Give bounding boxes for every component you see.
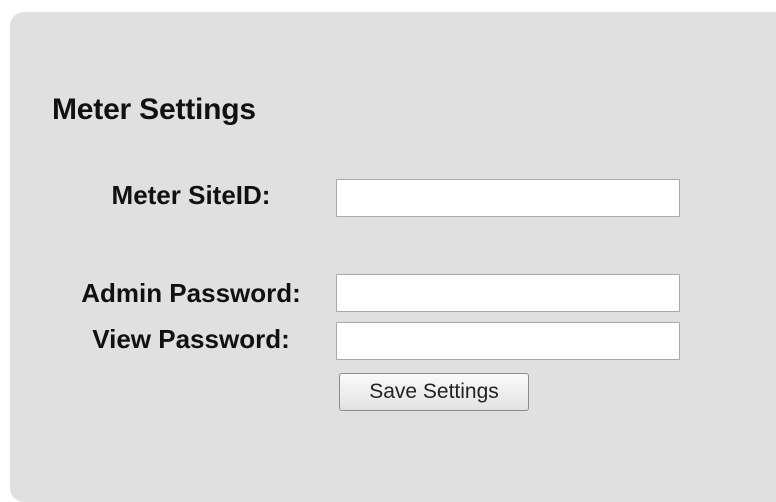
admin-password-label: Admin Password: [81,278,301,308]
site-id-input[interactable] [336,179,680,217]
site-id-label: Meter SiteID: [111,180,271,210]
settings-panel [10,12,776,502]
admin-password-input[interactable] [336,274,680,312]
view-password-input[interactable] [336,322,680,360]
page-title: Meter Settings [52,93,256,126]
save-settings-button[interactable]: Save Settings [339,373,529,411]
view-password-label: View Password: [92,324,290,354]
